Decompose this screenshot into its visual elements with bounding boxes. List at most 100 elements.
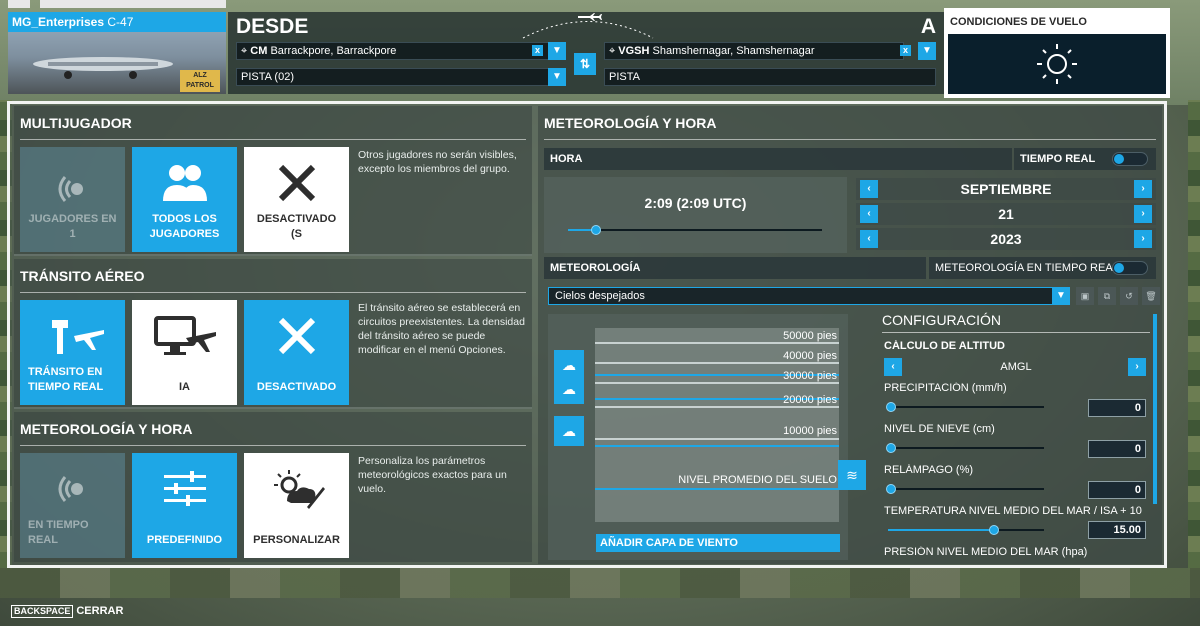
altitude-calc-prev-button[interactable]: ‹ — [884, 358, 902, 376]
altitude-label: 50000 pies — [783, 330, 837, 342]
from-airport-name: Barrackpore, Barrackpore — [270, 45, 397, 57]
swap-airports-button[interactable]: ⇅ — [574, 53, 596, 75]
top-tab-fragment — [40, 0, 226, 8]
temperature-slider[interactable] — [888, 525, 1044, 535]
flight-conditions-panel[interactable]: CONDICIONES DE VUELO — [944, 8, 1170, 98]
cloud-layer-button[interactable]: ☁ — [554, 374, 584, 404]
cloud-layer-line[interactable] — [595, 445, 839, 447]
multiplayer-option-group[interactable]: JUGADORES EN 1 — [20, 147, 125, 252]
to-airport-field[interactable]: ⌖ VGSH Shamshernagar, Shamshernagar — [604, 42, 904, 60]
ground-label: NIVEL PROMEDIO DEL SUELO — [678, 474, 837, 486]
traffic-option-realtime[interactable]: TRÁNSITO EN TIEMPO REAL — [20, 300, 125, 405]
from-runway-dropdown-button[interactable]: ▼ — [548, 68, 566, 86]
clear-from-button[interactable]: x — [532, 45, 543, 56]
ground-line — [595, 488, 839, 490]
users-icon — [132, 161, 237, 205]
snow-label: NIVEL DE NIEVE (cm) — [884, 423, 995, 435]
weather-option-custom[interactable]: PERSONALIZAR — [244, 453, 349, 558]
time-value: 2:09 (2:09 UTC) — [644, 195, 747, 211]
divider — [882, 332, 1150, 333]
from-runway-label: PISTA (02) — [241, 71, 294, 83]
traffic-option-label: DESACTIVADO — [256, 381, 337, 393]
snow-slider-knob[interactable] — [886, 443, 896, 453]
map-background-right — [1188, 100, 1200, 570]
precipitation-slider[interactable] — [886, 402, 1044, 412]
save-preset-icon[interactable]: ▣ — [1076, 287, 1094, 305]
month-value: SEPTIEMBRE — [960, 181, 1052, 197]
year-prev-button[interactable]: ‹ — [860, 230, 878, 248]
weather-description: Personaliza los parámetros meteorológico… — [358, 455, 507, 495]
add-wind-layer-button[interactable]: AÑADIR CAPA DE VIENTO — [596, 534, 840, 552]
realtime-toggle-label: TIEMPO REAL — [1020, 153, 1096, 165]
lightning-slider[interactable] — [886, 484, 1044, 494]
realtime-toggle[interactable] — [1112, 152, 1148, 166]
precipitation-input[interactable]: 0 — [1088, 399, 1146, 417]
snow-input[interactable]: 0 — [1088, 440, 1146, 458]
config-scrollbar[interactable] — [1153, 314, 1157, 504]
month-next-button[interactable]: › — [1134, 180, 1152, 198]
from-title: DESDE — [236, 15, 309, 38]
month-row: ‹ SEPTIEMBRE › — [856, 178, 1156, 200]
altitude-label: 40000 pies — [783, 350, 837, 362]
to-dropdown-button[interactable]: ▼ — [918, 42, 936, 60]
route-panel: DESDE A ⌖ CM Barrackpore, Barrackpore x … — [228, 12, 944, 94]
year-value: 2023 — [990, 231, 1022, 247]
altitude-line — [595, 382, 839, 384]
multiplayer-option-off[interactable]: DESACTIVADO (S — [244, 147, 349, 252]
lightning-input[interactable]: 0 — [1088, 481, 1146, 499]
weather-option-realtime[interactable]: EN TIEMPO REAL — [20, 453, 125, 558]
precipitation-slider-knob[interactable] — [886, 402, 896, 412]
meteo-realtime-toggle[interactable] — [1112, 261, 1148, 275]
weather-time-panel: METEOROLOGÍA Y HORA HORA TIEMPO REAL 2:0… — [538, 106, 1162, 564]
traffic-option-ai[interactable]: IA — [132, 300, 237, 405]
weather-time-title: METEOROLOGÍA Y HORA — [544, 115, 717, 131]
from-airport-field[interactable]: ⌖ CM Barrackpore, Barrackpore — [236, 42, 558, 60]
year-next-button[interactable]: › — [1134, 230, 1152, 248]
multiplayer-description: Otros jugadores no serán visibles, excep… — [358, 149, 517, 175]
sliders-icon — [132, 467, 237, 511]
main-panel: MULTIJUGADOR JUGADORES EN 1 TODOS LOS JU… — [7, 101, 1167, 568]
lightning-slider-knob[interactable] — [886, 484, 896, 494]
from-dropdown-button[interactable]: ▼ — [548, 42, 566, 60]
weather-option-preset[interactable]: PREDEFINIDO — [132, 453, 237, 558]
altitude-label: 30000 pies — [783, 370, 837, 382]
temperature-slider-fill — [888, 529, 995, 531]
config-title: CONFIGURACIÓN — [882, 312, 1001, 328]
hora-label: HORA — [544, 148, 1012, 170]
to-runway-field[interactable]: PISTA — [604, 68, 936, 86]
delete-preset-icon[interactable]: 🗑 — [1142, 287, 1160, 305]
clear-to-button[interactable]: x — [900, 45, 911, 56]
altitude-calc-next-button[interactable]: › — [1128, 358, 1146, 376]
reset-preset-icon[interactable]: ↺ — [1120, 287, 1138, 305]
close-icon — [244, 161, 349, 205]
traffic-section: TRÁNSITO AÉREO TRÁNSITO EN TIEMPO REAL I… — [14, 259, 532, 409]
time-slider[interactable] — [568, 225, 822, 235]
aircraft-panel[interactable]: MG_Enterprises C-47 ALZ PATROL — [8, 12, 226, 94]
weather-option-label: PREDEFINIDO — [146, 534, 223, 546]
weather-section: METEOROLOGÍA Y HORA EN TIEMPO REAL PREDE… — [14, 412, 532, 562]
preset-dropdown-button[interactable]: ▼ — [1052, 287, 1070, 305]
top-tab-fragment — [8, 0, 30, 8]
from-runway-field[interactable]: PISTA (02) — [236, 68, 558, 86]
day-prev-button[interactable]: ‹ — [860, 205, 878, 223]
wind-icon[interactable]: ≋ — [838, 460, 866, 490]
altitude-line — [595, 342, 839, 344]
weather-option-label: EN TIEMPO REAL — [28, 519, 89, 546]
from-airport-code: CM — [250, 45, 268, 57]
traffic-option-off[interactable]: DESACTIVADO — [244, 300, 349, 405]
snow-slider[interactable] — [886, 443, 1044, 453]
precipitation-label: PRECIPITACIÓN (mm/h) — [884, 382, 1007, 394]
cloud-layer-button[interactable]: ☁ — [554, 416, 584, 446]
altitude-graph: 50000 pies 40000 pies 30000 pies 20000 p… — [595, 328, 839, 522]
weather-preset-select[interactable]: Cielos despejados — [548, 287, 1070, 305]
temperature-slider-knob[interactable] — [989, 525, 1000, 535]
month-prev-button[interactable]: ‹ — [860, 180, 878, 198]
footer-hint[interactable]: BACKSPACE CERRAR — [11, 605, 123, 618]
multiplayer-option-all[interactable]: TODOS LOS JUGADORES — [132, 147, 237, 252]
save-as-preset-icon[interactable]: ⧉ — [1098, 287, 1116, 305]
time-slider-knob[interactable] — [590, 225, 601, 235]
day-next-button[interactable]: › — [1134, 205, 1152, 223]
divider — [20, 445, 526, 446]
temperature-input[interactable]: 15.00 — [1088, 521, 1146, 539]
aircraft-name: MG_Enterprises C-47 — [8, 12, 226, 32]
